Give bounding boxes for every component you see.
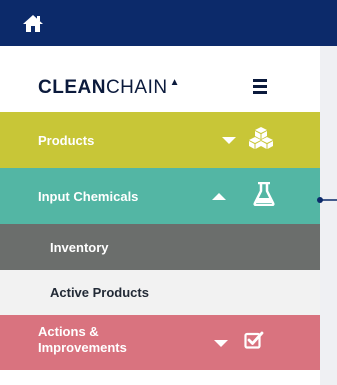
brand-caret-icon: ▲ xyxy=(169,77,180,88)
nav-item-label-line1: Actions & xyxy=(38,324,99,339)
nav-item-label: Actions & Improvements xyxy=(38,324,127,356)
nav-item-input-chemicals[interactable]: Input Chemicals xyxy=(0,168,320,224)
checkbox-icon xyxy=(244,331,264,349)
nav-item-label: Input Chemicals xyxy=(38,189,139,204)
nav-item-label: Products xyxy=(38,133,95,148)
nav-item-label-line2: Improvements xyxy=(38,340,127,355)
top-bar xyxy=(0,0,337,46)
sidebar-subitem-active-products[interactable]: Active Products xyxy=(0,270,320,315)
brand-name-light: CHAIN xyxy=(105,77,168,98)
chevron-down-icon xyxy=(214,340,228,347)
sidebar-subitem-inventory[interactable]: Inventory xyxy=(0,224,320,270)
cubes-icon xyxy=(249,127,273,149)
subitem-label: Active Products xyxy=(50,285,149,300)
chevron-down-icon xyxy=(222,137,236,144)
main-content-area xyxy=(320,46,337,385)
hamburger-icon[interactable] xyxy=(253,79,267,94)
flask-icon xyxy=(253,182,275,206)
sidebar-bottom xyxy=(0,370,320,385)
brand-name-bold: CLEAN xyxy=(38,77,106,98)
pointer-connector xyxy=(317,197,337,203)
subitem-label: Inventory xyxy=(50,240,109,255)
nav-item-products[interactable]: Products xyxy=(0,112,320,168)
brand-logo[interactable]: CLEANCHAIN ▲ xyxy=(38,77,180,98)
chevron-up-icon xyxy=(212,193,226,200)
sidebar: CLEANCHAIN ▲ Products Input Chemicals In… xyxy=(0,46,320,385)
brand-row: CLEANCHAIN ▲ xyxy=(0,46,320,112)
home-icon[interactable] xyxy=(22,13,44,33)
nav-item-actions-improvements[interactable]: Actions & Improvements xyxy=(0,315,320,370)
